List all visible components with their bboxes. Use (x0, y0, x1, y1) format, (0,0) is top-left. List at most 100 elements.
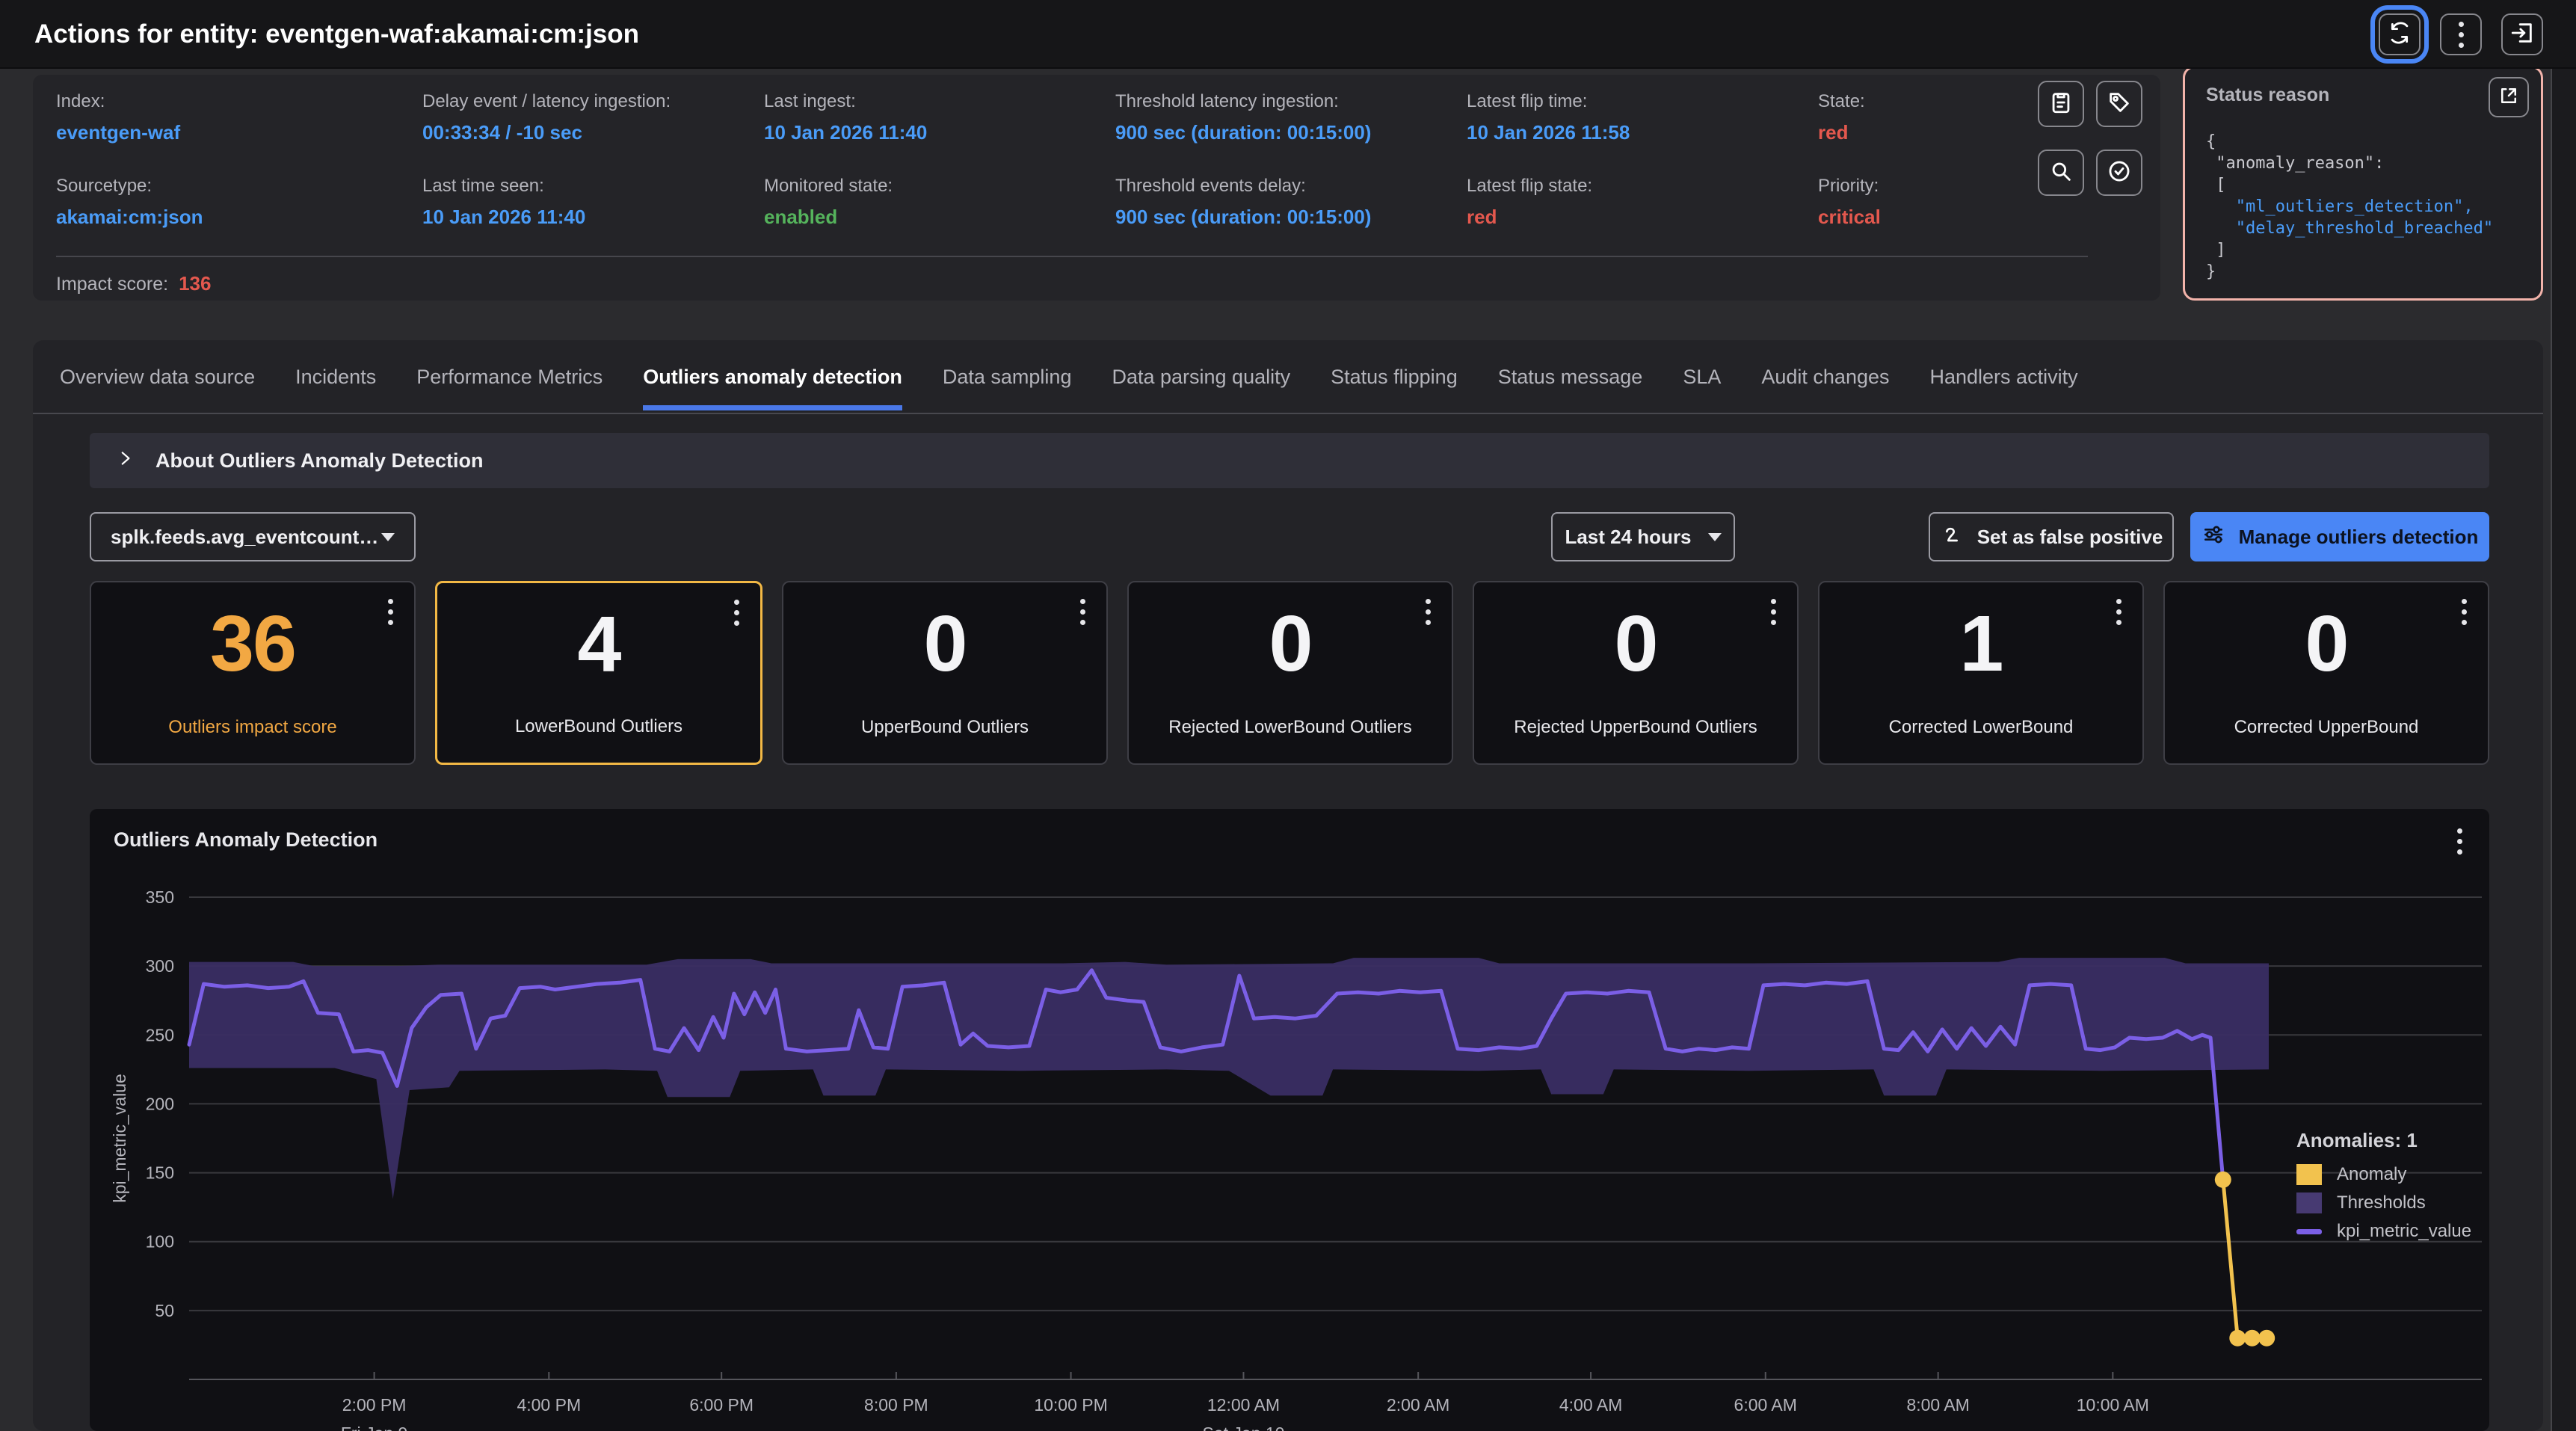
card-label: Rejected UpperBound Outliers (1474, 717, 1797, 738)
tab-incidents[interactable]: Incidents (295, 366, 376, 410)
status-reason-line: } (2206, 261, 2493, 283)
info-field: Delay event / latency ingestion:00:33:34… (422, 91, 764, 144)
refresh-icon (2387, 20, 2412, 49)
status-reason-line: ] (2206, 239, 2493, 261)
legend-item-kpi-metric-value[interactable]: kpi_metric_value (2296, 1221, 2471, 1242)
x-tick-label: 10:00 AM (2077, 1395, 2149, 1415)
info-field-label: Priority: (1818, 176, 2042, 197)
status-reason-line: "delay_threshold_breached" (2206, 218, 2493, 239)
entity-quick-actions (2038, 81, 2142, 196)
model-select[interactable]: splk.feeds.avg_eventcount_5m:model_1... (90, 512, 416, 561)
tab-outliers-anomaly-detection[interactable]: Outliers anomaly detection (643, 366, 902, 410)
sliders-icon (2201, 523, 2225, 552)
tab-data-parsing-quality[interactable]: Data parsing quality (1112, 366, 1290, 410)
entity-info-panel: Index: eventgen-wafDelay event / latency … (33, 75, 2160, 301)
tab-sla[interactable]: SLA (1683, 366, 1721, 410)
info-field: Index: eventgen-waf (56, 91, 422, 144)
x-tick-label: 12:00 AM (1207, 1395, 1280, 1415)
tab-overview-data-source[interactable]: Overview data source (60, 366, 255, 410)
info-field-value: 10 Jan 2026 11:58 (1467, 121, 1818, 144)
tags-button[interactable] (2096, 81, 2142, 127)
tab-audit-changes[interactable]: Audit changes (1761, 366, 1889, 410)
info-field: Threshold latency ingestion:900 sec (dur… (1115, 91, 1467, 144)
metric-card-outliers-impact-score[interactable]: 36Outliers impact score (90, 581, 416, 765)
info-divider (56, 256, 2088, 257)
legend-item-thresholds[interactable]: Thresholds (2296, 1192, 2471, 1213)
acknowledge-button[interactable] (2096, 150, 2142, 196)
info-field-value: eventgen-waf (56, 121, 422, 144)
info-field-label: Monitored state: (764, 176, 1115, 197)
info-field: Monitored state: enabled (764, 176, 1115, 229)
info-field: Latest flip time:10 Jan 2026 11:58 (1467, 91, 1818, 144)
about-outliers-expander[interactable]: About Outliers Anomaly Detection (90, 433, 2489, 488)
info-field-value: 10 Jan 2026 11:40 (764, 121, 1115, 144)
set-false-positive-label: Set as false positive (1977, 526, 2163, 549)
tab-data-sampling[interactable]: Data sampling (943, 366, 1072, 410)
chevron-down-icon (1708, 533, 1722, 541)
status-reason-line: [ (2206, 174, 2493, 196)
kebab-menu-icon (2459, 22, 2464, 48)
card-value: 4 (437, 600, 760, 690)
thresholds-band (189, 958, 2269, 1199)
tab-performance-metrics[interactable]: Performance Metrics (416, 366, 603, 410)
info-field: State:red (1818, 91, 2042, 144)
search-button[interactable] (2038, 150, 2084, 196)
scrollbar-gutter[interactable] (2551, 69, 2576, 1431)
about-outliers-label: About Outliers Anomaly Detection (155, 449, 484, 473)
card-value: 36 (91, 599, 414, 689)
legend-label: Anomaly (2337, 1164, 2406, 1185)
page-title: Actions for entity: eventgen-waf:akamai:… (34, 19, 639, 49)
anomaly-line (2223, 1180, 2267, 1338)
status-reason-json: { "anomaly_reason": [ "ml_outliers_detec… (2206, 131, 2493, 283)
set-false-positive-button[interactable]: Set as false positive (1929, 512, 2174, 561)
metric-card-upperbound-outliers[interactable]: 0UpperBound Outliers (782, 581, 1108, 765)
impact-score-value: 136 (179, 272, 211, 295)
info-field-label: Last ingest: (764, 91, 1115, 112)
tab-status-flipping[interactable]: Status flipping (1331, 366, 1458, 410)
time-range-select[interactable]: Last 24 hours (1551, 512, 1735, 561)
metric-card-lowerbound-outliers[interactable]: 4LowerBound Outliers (435, 581, 762, 765)
x-tick-label: 6:00 AM (1734, 1395, 1797, 1415)
content-panel: Overview data source Incidents Performance… (33, 340, 2543, 1431)
card-label: Corrected LowerBound (1819, 717, 2142, 738)
notes-button[interactable] (2038, 81, 2084, 127)
legend-swatch (2296, 1164, 2322, 1185)
status-reason-line: { (2206, 131, 2493, 153)
x-tick-label: 4:00 PM (517, 1395, 581, 1415)
info-field-label: Sourcetype: (56, 176, 422, 197)
refresh-button[interactable] (2379, 13, 2421, 55)
metric-card-rejected-upperbound-outliers[interactable]: 0Rejected UpperBound Outliers (1473, 581, 1799, 765)
header-menu-button[interactable] (2440, 13, 2482, 55)
info-field-value: enabled (764, 206, 1115, 229)
status-reason-expand-button[interactable] (2489, 77, 2529, 117)
info-field-label: Index: (56, 91, 422, 112)
anomaly-dot (2258, 1330, 2275, 1347)
app-header: Actions for entity: eventgen-waf:akamai:… (0, 0, 2576, 69)
status-reason-line: "ml_outliers_detection", (2206, 196, 2493, 218)
info-field-label: State: (1818, 91, 2042, 112)
model-select-value: splk.feeds.avg_eventcount_5m:model_1... (111, 526, 381, 549)
card-value: 0 (783, 599, 1106, 689)
info-field-value: critical (1818, 206, 2042, 229)
x-tick-sublabel: Fri Jan 9 (341, 1424, 407, 1431)
external-link-icon (2498, 84, 2520, 111)
card-value: 0 (2165, 599, 2488, 689)
metric-card-rejected-lowerbound-outliers[interactable]: 0Rejected LowerBound Outliers (1127, 581, 1453, 765)
entity-info-grid: Index: eventgen-wafDelay event / latency … (56, 91, 2042, 229)
y-tick-label: 200 (146, 1094, 174, 1113)
status-reason-panel: Status reason { "anomaly_reason": [ "ml_… (2183, 66, 2543, 301)
anomalies-count-label: Anomalies: 1 (2296, 1129, 2471, 1152)
tag-icon (2107, 90, 2132, 119)
x-tick-label: 4:00 AM (1559, 1395, 1622, 1415)
controls-row: splk.feeds.avg_eventcount_5m:model_1... … (90, 512, 2489, 563)
metric-card-corrected-upperbound[interactable]: 0Corrected UpperBound (2163, 581, 2489, 765)
manage-outliers-button[interactable]: Manage outliers detection (2190, 512, 2489, 561)
tab-bar: Overview data source Incidents Performance… (60, 366, 2078, 410)
exit-button[interactable] (2501, 13, 2543, 55)
y-tick-label: 150 (146, 1163, 174, 1183)
metric-card-corrected-lowerbound[interactable]: 1Corrected LowerBound (1818, 581, 2144, 765)
tab-handlers-activity[interactable]: Handlers activity (1930, 366, 2078, 410)
tab-status-message[interactable]: Status message (1498, 366, 1643, 410)
legend-item-anomaly[interactable]: Anomaly (2296, 1164, 2471, 1185)
y-axis-label: kpi_metric_value (110, 1074, 129, 1203)
